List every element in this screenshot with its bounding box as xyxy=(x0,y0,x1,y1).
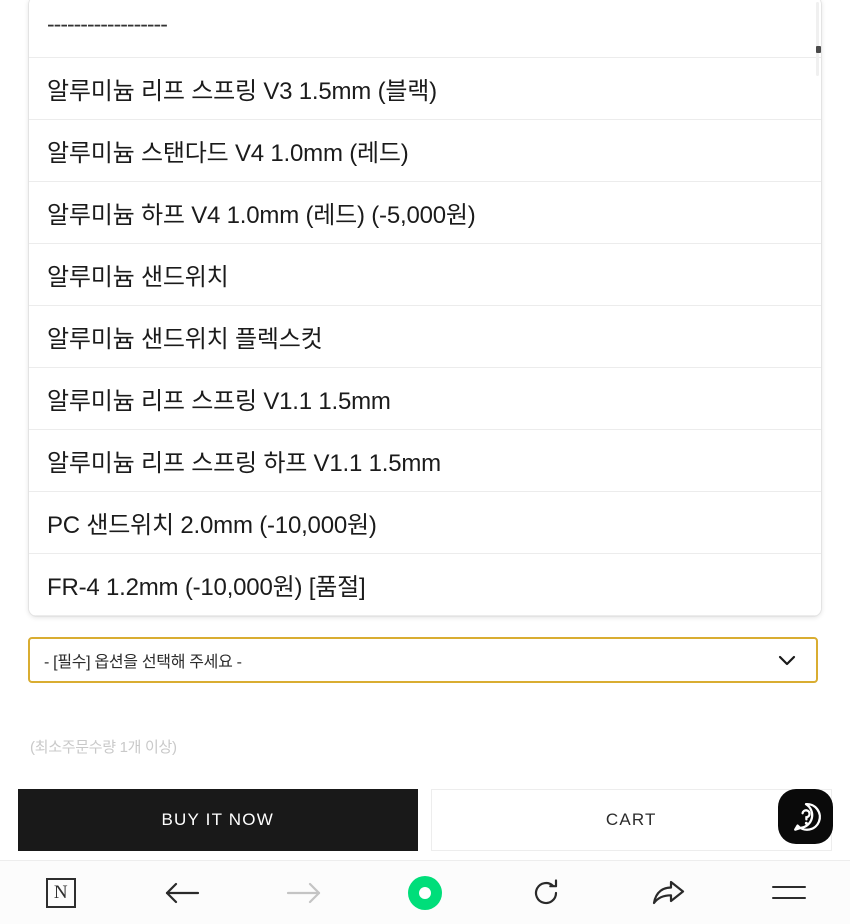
naver-home-icon-hole xyxy=(418,886,431,899)
dropdown-option-label: 알루미늄 샌드위치 플렉스컷 xyxy=(47,326,323,353)
forward-button[interactable] xyxy=(243,861,364,924)
cart-button[interactable]: CART xyxy=(430,789,832,851)
refresh-button[interactable] xyxy=(486,861,607,924)
dropdown-option-label: 알루미늄 리프 스프링 V3 1.5mm (블랙) xyxy=(47,78,437,105)
dropdown-scrollbar[interactable] xyxy=(816,2,821,76)
dropdown-option-item[interactable]: 알루미늄 스탠다드 V4 1.0mm (레드) xyxy=(29,120,821,182)
dropdown-option-item[interactable]: PC 샌드위치 2.0mm (-10,000원) xyxy=(29,492,821,554)
naver-logo-icon: N xyxy=(45,877,76,908)
refresh-icon xyxy=(529,876,563,910)
buy-it-now-button[interactable]: BUY IT NOW xyxy=(18,789,418,851)
forward-arrow-icon xyxy=(284,878,324,908)
chevron-down-icon[interactable] xyxy=(776,649,798,671)
naver-logo-button[interactable]: N xyxy=(0,861,121,924)
dropdown-option-item[interactable]: 알루미늄 리프 스프링 V1.1 1.5mm xyxy=(29,368,821,430)
menu-icon xyxy=(772,886,807,899)
dropdown-option-item[interactable]: 알루미늄 리프 스프링 하프 V1.1 1.5mm xyxy=(29,430,821,492)
option-dropdown-list[interactable]: ------------------ 알루미늄 리프 스프링 V3 1.5mm … xyxy=(28,0,822,617)
dropdown-option-item[interactable]: FR-4 1.2mm (-10,000원) [품절] xyxy=(29,554,821,616)
share-icon xyxy=(649,877,687,909)
mobile-browser-screen: ------------------ 알루미늄 리프 스프링 V3 1.5mm … xyxy=(0,0,850,924)
dropdown-option-separator[interactable]: ------------------ xyxy=(29,0,821,58)
action-button-row: BUY IT NOW CART xyxy=(18,789,832,851)
menu-button[interactable] xyxy=(729,861,850,924)
menu-icon-line xyxy=(772,886,807,888)
help-chat-button[interactable] xyxy=(778,789,833,844)
dropdown-option-label: PC 샌드위치 2.0mm (-10,000원) xyxy=(47,512,377,539)
dropdown-option-label: 알루미늄 샌드위치 xyxy=(47,264,229,291)
dropdown-option-item[interactable]: 알루미늄 샌드위치 xyxy=(29,244,821,306)
option-select-value: - [필수] 옵션을 선택해 주세요 - xyxy=(44,654,242,671)
dropdown-option-item[interactable]: 알루미늄 샌드위치 플렉스컷 xyxy=(29,306,821,368)
product-option-page: ------------------ 알루미늄 리프 스프링 V3 1.5mm … xyxy=(0,0,850,860)
browser-toolbar: N xyxy=(0,860,850,924)
option-select-wrapper[interactable]: - [필수] 옵션을 선택해 주세요 - xyxy=(28,637,818,683)
naver-home-icon xyxy=(407,875,442,910)
dropdown-scrollbar-thumb[interactable] xyxy=(816,46,821,53)
dropdown-option-item[interactable]: 알루미늄 리프 스프링 V3 1.5mm (블랙) xyxy=(29,58,821,120)
share-button[interactable] xyxy=(607,861,728,924)
dropdown-option-label: FR-4 1.2mm (-10,000원) [품절] xyxy=(47,574,366,601)
dropdown-option-label: ------------------ xyxy=(47,11,168,37)
question-bubble-icon xyxy=(789,800,823,834)
dropdown-option-label: 알루미늄 하프 V4 1.0mm (레드) (-5,000원) xyxy=(47,202,476,229)
dropdown-option-label: 알루미늄 스탠다드 V4 1.0mm (레드) xyxy=(47,140,409,167)
dropdown-option-item[interactable]: 알루미늄 하프 V4 1.0mm (레드) (-5,000원) xyxy=(29,182,821,244)
back-arrow-icon xyxy=(162,878,202,908)
naver-home-button[interactable] xyxy=(364,861,485,924)
min-quantity-note: (최소주문수량 1개 이상) xyxy=(30,739,177,756)
menu-icon-line xyxy=(772,897,807,899)
dropdown-option-label: 알루미늄 리프 스프링 V1.1 1.5mm xyxy=(47,388,391,415)
dropdown-option-label: 알루미늄 리프 스프링 하프 V1.1 1.5mm xyxy=(47,450,441,477)
back-button[interactable] xyxy=(121,861,242,924)
option-select[interactable]: - [필수] 옵션을 선택해 주세요 - xyxy=(28,637,818,683)
